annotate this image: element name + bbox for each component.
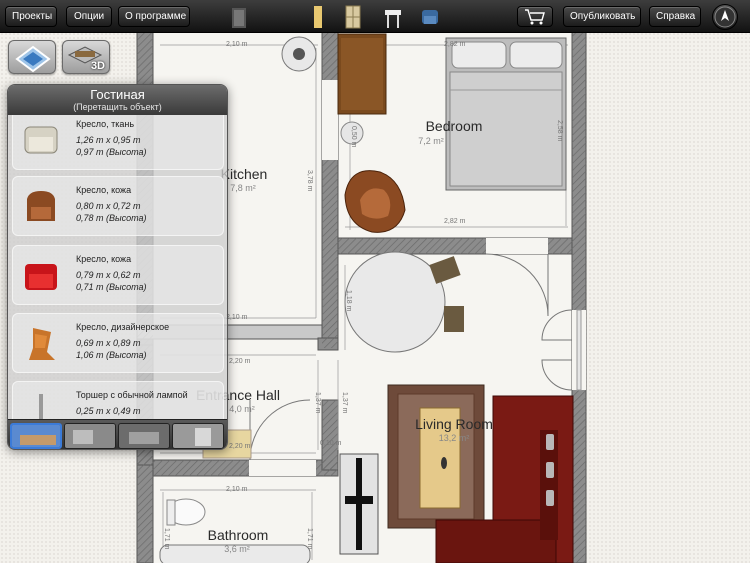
dim-label: 2,82 m — [444, 218, 466, 225]
catalog-item[interactable]: Кресло, ткань 1,26 m x 0,95 m 0,97 m (Вы… — [12, 115, 224, 170]
dim-label: 2,10 m — [226, 486, 248, 493]
catalog-list[interactable]: Кресло, ткань 1,26 m x 0,95 m 0,97 m (Вы… — [8, 115, 227, 419]
item-dimensions: 1,26 m x 0,95 m — [76, 135, 141, 145]
room-area-bedroom: 7,2 m² — [418, 136, 444, 146]
room-area-entrance-hall: 4,0 m² — [229, 404, 255, 414]
lamp-category-icon[interactable] — [308, 2, 328, 30]
fabric-armchair-icon — [24, 126, 58, 154]
catalog-item[interactable]: Кресло, дизайнерское 0,69 m x 0,89 m 1,0… — [12, 313, 224, 373]
toilet — [166, 498, 206, 526]
item-dimensions: 0,79 m x 0,62 m — [76, 270, 141, 280]
dim-label: 1,37 m — [341, 392, 348, 414]
catalog-room-tabs — [8, 419, 227, 449]
dim-label: 1,71 m — [163, 528, 170, 550]
rug — [387, 384, 485, 529]
item-dimensions: 0,80 m x 0,72 m — [76, 201, 141, 211]
tab-bathroom[interactable] — [118, 423, 170, 449]
plan-view-button[interactable] — [8, 40, 56, 74]
kitchen-thumbnail — [65, 424, 115, 448]
dim-label: 2,10 m — [226, 314, 248, 321]
bed — [445, 37, 567, 191]
item-dimensions: 0,25 m x 0,49 m — [76, 406, 141, 416]
floor-lamp — [281, 36, 317, 72]
dim-label: 2,20 m — [229, 358, 251, 365]
help-button[interactable]: Справка — [649, 6, 701, 27]
dim-label: 1,18 m — [345, 290, 352, 312]
dim-label: 2,82 m — [444, 41, 466, 48]
catalog-subtitle: (Перетащить объект) — [73, 102, 162, 112]
top-toolbar: Проекты Опции О программе Опубликовать С… — [0, 0, 750, 33]
red-leather-armchair-icon — [25, 264, 57, 290]
tv — [339, 453, 379, 555]
door-opening — [249, 460, 316, 476]
dim-label: 2,58 m — [556, 120, 563, 142]
door-opening — [486, 238, 548, 254]
dim-label: 2,10 m — [226, 41, 248, 48]
dim-label: 3,78 m — [306, 170, 313, 192]
3d-label: 3D — [90, 60, 105, 72]
armchair-category-icon[interactable] — [420, 2, 440, 30]
dim-label: 1,37 m — [314, 392, 321, 414]
item-name: Торшер с обычной лампой — [76, 390, 188, 400]
cart-icon — [525, 9, 545, 25]
item-name: Кресло, кожа — [76, 185, 132, 195]
living-room-thumbnail — [12, 425, 60, 447]
store-button[interactable] — [517, 6, 553, 27]
catalog-item[interactable]: Кресло, кожа 0,79 m x 0,62 m 0,71 m (Выс… — [12, 245, 224, 305]
catalog-title: Гостиная — [90, 87, 145, 102]
room-label-bathroom: Bathroom — [207, 527, 269, 543]
dim-label: 1,71 m — [306, 528, 313, 550]
room-label-bedroom: Bedroom — [425, 118, 483, 134]
table-category-icon[interactable] — [383, 2, 403, 30]
furniture-category-icon[interactable] — [229, 2, 249, 30]
bedroom-thumbnail — [173, 424, 223, 448]
tab-kitchen[interactable] — [64, 423, 116, 449]
room-area-living-room: 13,2 m² — [438, 433, 470, 443]
item-height: 0,78 m (Высота) — [76, 213, 147, 223]
projects-button[interactable]: Проекты — [5, 6, 57, 27]
room-label-living-room: Living Room — [415, 416, 493, 432]
designer-armchair-icon — [29, 328, 55, 360]
catalog-item[interactable]: Торшер с обычной лампой 0,25 m x 0,49 m — [12, 381, 224, 419]
item-name: Кресло, дизайнерское — [76, 322, 170, 332]
item-name: Кресло, ткань — [76, 119, 135, 129]
tab-bedroom[interactable] — [172, 423, 224, 449]
about-button[interactable]: О программе — [118, 6, 190, 27]
bathroom-thumbnail — [119, 424, 169, 448]
compass-button[interactable] — [712, 4, 738, 30]
plan-view-icon — [15, 45, 51, 73]
item-height: 0,97 m (Высота) — [76, 147, 147, 157]
dim-label: 0,10 m — [320, 440, 342, 447]
item-height: 0,71 m (Высота) — [76, 282, 147, 292]
catalog-header: Гостиная (Перетащить объект) — [8, 85, 227, 115]
item-height: 1,06 m (Высота) — [76, 350, 147, 360]
floor-lamp-icon — [39, 394, 43, 419]
item-name: Кресло, кожа — [76, 254, 132, 264]
window-category-icon[interactable] — [343, 2, 363, 30]
furniture-catalog-panel: Гостиная (Перетащить объект) Кресло, тка… — [7, 84, 228, 450]
room-area-bathroom: 3,6 m² — [224, 544, 250, 554]
3d-view-button[interactable]: 3D — [62, 40, 110, 74]
tab-living-room[interactable] — [10, 423, 62, 449]
compass-icon — [714, 6, 736, 28]
dim-label: 2,20 m — [229, 443, 251, 450]
catalog-item[interactable]: Кресло, кожа 0,80 m x 0,72 m 0,78 m (Выс… — [12, 176, 224, 236]
leather-armchair-icon — [27, 191, 55, 221]
publish-button[interactable]: Опубликовать — [563, 6, 641, 27]
item-dimensions: 0,69 m x 0,89 m — [76, 338, 141, 348]
options-button[interactable]: Опции — [66, 6, 112, 27]
dim-label: 0,50 m — [350, 126, 357, 148]
